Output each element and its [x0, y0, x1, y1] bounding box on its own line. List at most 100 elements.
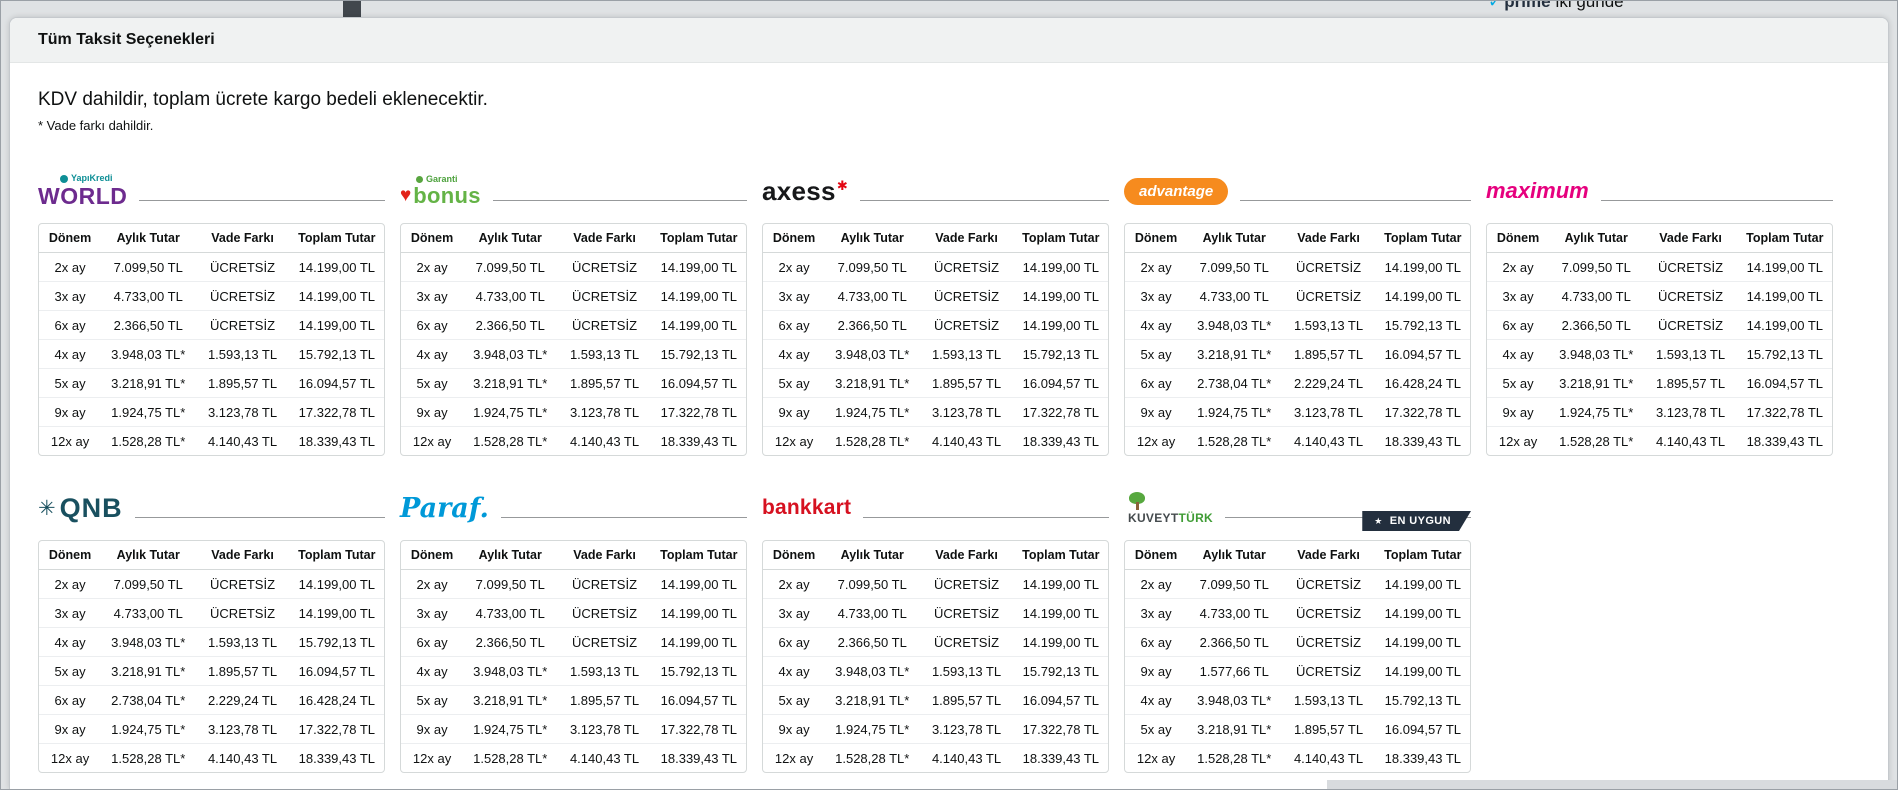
installment-cell: 7.099,50 TL [463, 253, 558, 282]
installment-cell: 3.218,91 TL* [463, 686, 558, 715]
prime-delivery-text: ✓ prime iki günde [1488, 1, 1624, 12]
column-header: Vade Farkı [557, 541, 652, 570]
installment-row: 2x ay 7.099,50 TL ÜCRETSİZ 14.199,00 TL [1487, 253, 1832, 282]
installment-cell: ÜCRETSİZ [557, 282, 652, 311]
column-header: Vade Farkı [557, 224, 652, 253]
installment-cell: 3.218,91 TL* [101, 369, 196, 398]
installment-row: 9x ay 1.924,75 TL* 3.123,78 TL 17.322,78 TL [39, 715, 384, 744]
installment-row: 2x ay 7.099,50 TL ÜCRETSİZ 14.199,00 TL [763, 253, 1108, 282]
bank-logo-maximum: maximum [1486, 165, 1833, 217]
bank-panel-maximum: maximum Dönem Aylık Tutar Vade Farkı Toplam… [1486, 165, 1833, 456]
installment-cell: 7.099,50 TL [825, 253, 920, 282]
installment-cell: 12x ay [50, 750, 90, 766]
installment-cell: 14.199,00 TL [289, 311, 384, 340]
column-header: Vade Farkı [1281, 224, 1376, 253]
bank-panel-advantage: advantage Dönem Aylık Tutar Vade Farkı Topl… [1124, 165, 1471, 456]
installment-cell: 3.948,03 TL* [463, 657, 558, 686]
installment-cell: 1.528,28 TL* [111, 750, 186, 766]
axess-spark-icon: ✱ [836, 177, 848, 193]
installment-cell: 2x ay [401, 570, 464, 599]
page-bottom-strip [1327, 780, 1897, 789]
installment-cell: 1.593,13 TL [919, 657, 1014, 686]
installment-cell: 3.123,78 TL [195, 398, 290, 427]
installment-cell: 7.099,50 TL [825, 570, 920, 599]
installment-row: 9x ay 1.577,66 TL ÜCRETSİZ 14.199,00 TL [1125, 657, 1470, 686]
modal-body: KDV dahildir, toplam ücrete kargo bedeli… [10, 63, 1888, 773]
installment-cell: 4.733,00 TL [1187, 599, 1282, 628]
installment-cell: 2x ay [1125, 570, 1188, 599]
installment-row: 3x ay 4.733,00 TL ÜCRETSİZ 14.199,00 TL [1125, 599, 1470, 628]
installment-cell: ÜCRETSİZ [919, 311, 1014, 340]
table-header-row: Dönem Aylık Tutar Vade Farkı Toplam Tutar [1125, 224, 1470, 253]
installment-cell: 3.218,91 TL* [1187, 340, 1282, 369]
column-header: Aylık Tutar [101, 541, 196, 570]
installment-row: 9x ay 1.924,75 TL* 3.123,78 TL 17.322,78 TL [763, 398, 1108, 427]
installment-cell: 16.094,57 TL [651, 686, 746, 715]
installment-cell: 2.366,50 TL [1187, 628, 1282, 657]
installment-cell: 1.528,28 TL* [1559, 433, 1634, 449]
installment-cell: 6x ay [763, 311, 826, 340]
installment-cell: 2.738,04 TL* [101, 686, 196, 715]
installment-cell: 1.593,13 TL [1281, 311, 1376, 340]
installment-cell: 14.199,00 TL [1737, 282, 1832, 311]
installment-cell: 15.792,13 TL [1013, 657, 1108, 686]
installment-cell: ÜCRETSİZ [919, 628, 1014, 657]
installment-cell: 7.099,50 TL [101, 570, 196, 599]
installment-cell: 3x ay [1125, 599, 1188, 628]
installment-cell: 3.948,03 TL* [101, 628, 196, 657]
installment-cell: 6x ay [763, 628, 826, 657]
bank-panel-kuveytturk: KUVEYTTÜRK ★ EN UYGUN Dönem Aylık Tutar Va… [1124, 482, 1471, 773]
installment-cell: 1.895,57 TL [557, 686, 652, 715]
bank-logo-kuveytturk: KUVEYTTÜRK ★ EN UYGUN [1124, 482, 1471, 534]
installment-cell: 7.099,50 TL [1187, 253, 1282, 282]
installment-cell: 7.099,50 TL [1187, 570, 1282, 599]
installment-cell: 17.322,78 TL [1375, 398, 1470, 427]
installment-cell: 3.948,03 TL* [463, 340, 558, 369]
installment-cell: 16.094,57 TL [289, 657, 384, 686]
bank-panel-bankkart: bankkart Dönem Aylık Tutar Vade Farkı Topla… [762, 482, 1109, 773]
bankkart-logo-text: bankkart [762, 496, 852, 519]
installment-cell: 5x ay [1125, 340, 1188, 369]
en-uygun-label: EN UYGUN [1389, 515, 1451, 527]
column-header: Toplam Tutar [289, 541, 384, 570]
installment-cell: ÜCRETSİZ [1281, 253, 1376, 282]
bank-logo-world: YapıKredi WORLD [38, 165, 385, 217]
column-header: Aylık Tutar [1187, 224, 1282, 253]
installment-table-bonus: Dönem Aylık Tutar Vade Farkı Toplam Tutar 2… [400, 223, 747, 456]
installment-row: 6x ay 2.366,50 TL ÜCRETSİZ 14.199,00 TL [1125, 628, 1470, 657]
installment-cell: 4x ay [401, 657, 464, 686]
installment-cell: ÜCRETSİZ [557, 628, 652, 657]
column-header: Vade Farkı [1643, 224, 1738, 253]
column-header: Vade Farkı [1281, 541, 1376, 570]
installment-cell: 1.528,28 TL* [473, 433, 548, 449]
installment-row: 6x ay 2.366,50 TL ÜCRETSİZ 14.199,00 TL [763, 311, 1108, 340]
installment-row: 9x ay 1.924,75 TL* 3.123,78 TL 17.322,78 TL [401, 398, 746, 427]
installment-cell: 15.792,13 TL [1737, 340, 1832, 369]
installment-row: 5x ay 3.218,91 TL* 1.895,57 TL 16.094,57 TL [1125, 340, 1470, 369]
column-header: Aylık Tutar [1549, 224, 1644, 253]
installment-cell: 3.218,91 TL* [825, 369, 920, 398]
installment-cell: 3.948,03 TL* [1187, 311, 1282, 340]
installment-cell: 12x ay [412, 750, 452, 766]
world-logo-text: WORLD [38, 182, 128, 209]
installment-cell: 12x ay [1498, 433, 1538, 449]
installment-cell: 9x ay [763, 715, 826, 744]
installment-cell: 9x ay [1125, 398, 1188, 427]
column-header: Toplam Tutar [1013, 224, 1108, 253]
installment-cell: 1.577,66 TL [1187, 657, 1282, 686]
installment-cell: 7.099,50 TL [1549, 253, 1644, 282]
installment-row: 12x ay 1.528,28 TL* 4.140,43 TL 18.339,43 T… [1487, 427, 1832, 455]
installment-cell: 4.733,00 TL [825, 282, 920, 311]
installment-row: 3x ay 4.733,00 TL ÜCRETSİZ 14.199,00 TL [1125, 282, 1470, 311]
installment-cell: 3.218,91 TL* [1187, 715, 1282, 744]
heart-icon: ♥ [400, 185, 412, 207]
installment-cell: 7.099,50 TL [463, 570, 558, 599]
table-header-row: Dönem Aylık Tutar Vade Farkı Toplam Tutar [39, 541, 384, 570]
installment-cell: 14.199,00 TL [1013, 599, 1108, 628]
installment-cell: 1.593,13 TL [195, 340, 290, 369]
installment-cell: 4.733,00 TL [101, 599, 196, 628]
installment-row: 12x ay 1.528,28 TL* 4.140,43 TL 18.339,43 T… [763, 427, 1108, 455]
installment-cell: 1.593,13 TL [1281, 686, 1376, 715]
table-header-row: Dönem Aylık Tutar Vade Farkı Toplam Tutar [401, 224, 746, 253]
modal-backdrop[interactable]: ✓ prime iki günde [1, 1, 1897, 17]
